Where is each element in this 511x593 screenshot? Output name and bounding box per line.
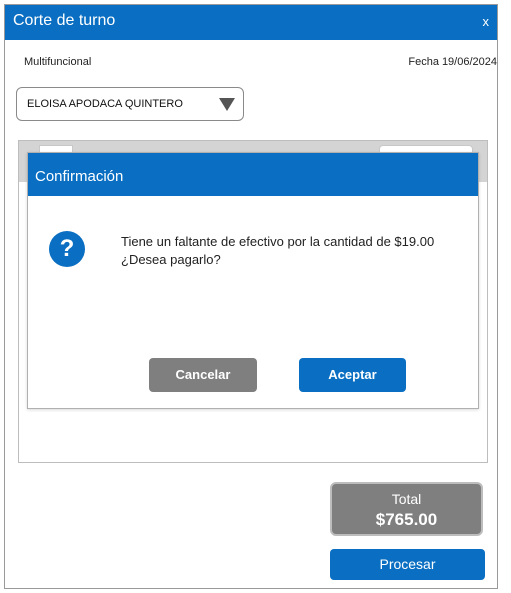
process-button[interactable]: Procesar <box>330 549 485 580</box>
user-select-value: ELOISA APODACA QUINTERO <box>27 98 183 110</box>
confirmation-dialog: Confirmación ? Tiene un faltante de efec… <box>27 152 479 409</box>
question-circle-icon: ? <box>49 231 85 267</box>
cancel-button[interactable]: Cancelar <box>149 358 257 392</box>
date-label: Fecha <box>408 56 439 68</box>
date-value: 19/06/2024 <box>441 56 497 68</box>
date-display: Fecha 19/06/2024 <box>408 56 497 68</box>
total-value: $765.00 <box>375 510 438 529</box>
window-titlebar: Corte de turno x <box>5 5 497 40</box>
total-label: Total <box>391 491 422 507</box>
close-button[interactable]: x <box>483 14 490 29</box>
window-title: Corte de turno <box>13 12 116 29</box>
triangle-down-icon <box>219 98 235 111</box>
accept-button[interactable]: Aceptar <box>299 358 406 392</box>
user-select[interactable]: ELOISA APODACA QUINTERO <box>16 87 244 121</box>
dialog-title: Confirmación <box>35 168 124 185</box>
dialog-message: Tiene un faltante de efectivo por la can… <box>121 234 435 267</box>
total-box: Total $765.00 <box>330 482 483 536</box>
branch-name: Multifuncional <box>24 56 92 68</box>
dialog-header: Confirmación <box>28 153 478 196</box>
